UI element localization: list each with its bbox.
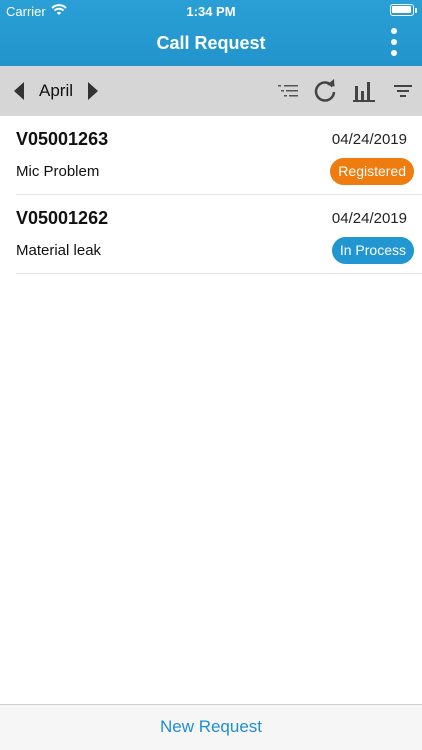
bottom-bar: New Request	[0, 704, 422, 750]
request-id: V05001263	[16, 129, 109, 149]
request-subject: Mic Problem	[16, 163, 100, 180]
clock: 1:34 PM	[186, 4, 236, 19]
filter-icon[interactable]	[392, 80, 414, 102]
toolbar: April	[0, 66, 422, 116]
status-bar: Carrier 1:34 PM	[0, 0, 422, 22]
request-subject: Material leak	[16, 242, 102, 259]
list-view-icon[interactable]	[276, 80, 300, 102]
request-id: V05001262	[16, 208, 109, 228]
app-header: Carrier 1:34 PM Call Request	[0, 0, 422, 66]
list-item[interactable]: V05001263 04/24/2019 Mic Problem Registe…	[0, 116, 422, 195]
page-title: Call Request	[156, 33, 266, 53]
status-badge: Registered	[330, 158, 414, 185]
month-label: April	[39, 81, 74, 100]
more-menu-icon[interactable]	[386, 28, 402, 58]
request-list: V05001263 04/24/2019 Mic Problem Registe…	[0, 116, 422, 274]
chart-icon[interactable]	[352, 78, 376, 104]
list-item[interactable]: V05001262 04/24/2019 Material leak In Pr…	[0, 195, 422, 274]
previous-month-icon[interactable]	[12, 81, 26, 101]
status-badge: In Process	[331, 237, 414, 264]
battery-icon	[390, 4, 417, 16]
request-date: 04/24/2019	[331, 210, 407, 227]
new-request-button[interactable]: New Request	[0, 717, 422, 737]
refresh-icon[interactable]	[313, 78, 337, 104]
request-date: 04/24/2019	[331, 131, 407, 148]
next-month-icon[interactable]	[86, 81, 100, 101]
